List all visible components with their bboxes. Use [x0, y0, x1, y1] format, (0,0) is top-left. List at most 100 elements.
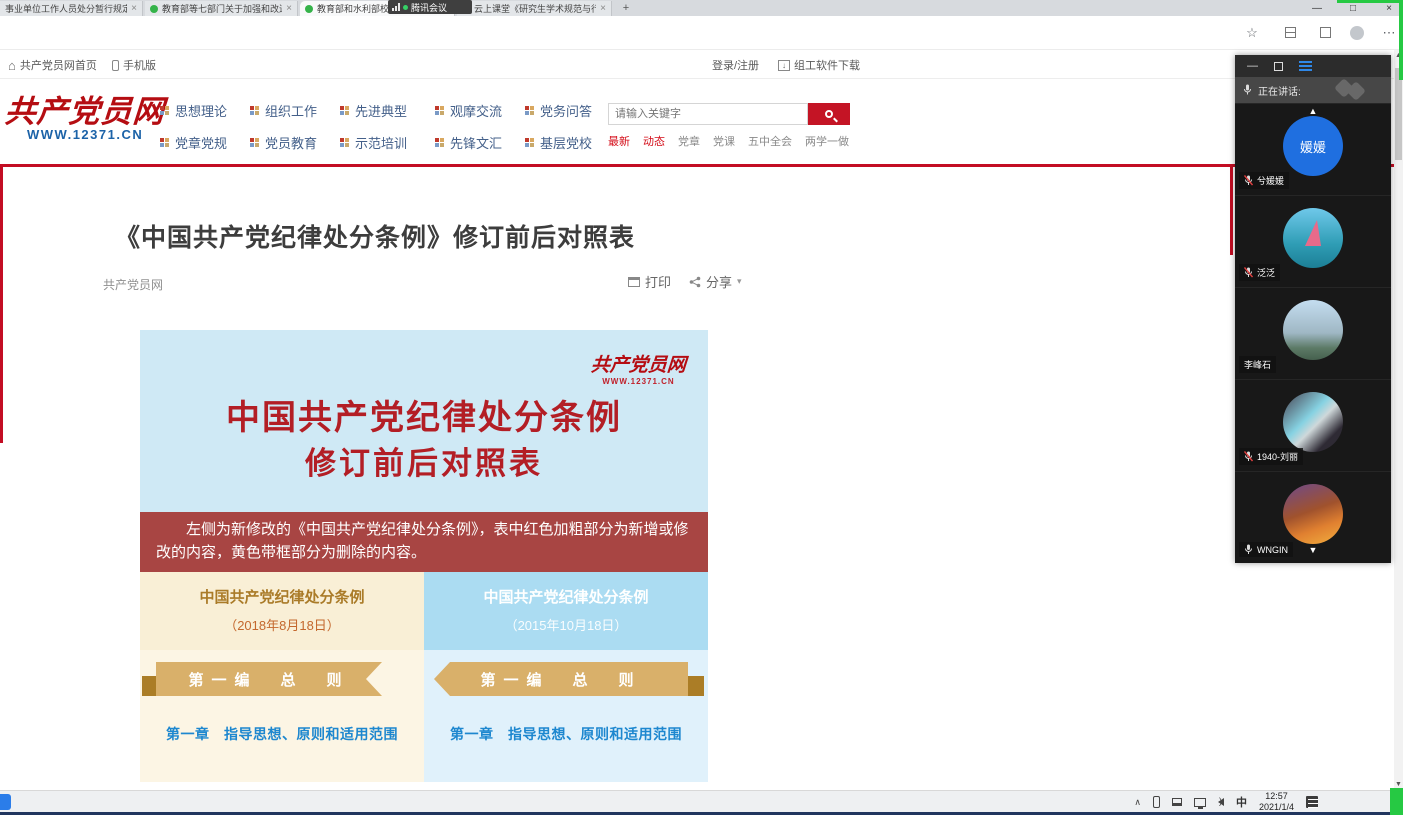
site-logo[interactable]: 共产党员网	[3, 86, 166, 131]
search-button[interactable]	[808, 103, 850, 125]
ime-indicator[interactable]: 中	[1236, 794, 1247, 810]
profile-avatar[interactable]	[1350, 26, 1364, 40]
print-button[interactable]: 打印	[628, 272, 671, 291]
nav-item[interactable]: 党章党规	[160, 133, 227, 152]
nav-item[interactable]: 基层党校	[525, 133, 592, 152]
browser-tab-1[interactable]: 事业单位工作人员处分暂行规定 ×	[0, 1, 143, 16]
scrollbar-thumb[interactable]	[1395, 68, 1402, 160]
login-link[interactable]: 登录/注册	[712, 57, 759, 73]
nav-grid-icon	[160, 138, 164, 142]
participant-name-tag: 泛泛	[1239, 264, 1280, 281]
home-icon: ⌂	[8, 60, 16, 71]
restore-button[interactable]: □	[1347, 3, 1359, 14]
share-button[interactable]: 分享 ▾	[689, 272, 742, 291]
chevron-down-icon: ▾	[737, 276, 742, 287]
page-scrollbar[interactable]: ▲ ▼	[1394, 50, 1403, 790]
browser-menu-icon[interactable]: ⋯	[1380, 24, 1398, 42]
participant-list: ▲ 媛媛 兮媛媛	[1235, 103, 1391, 563]
browser-toolbar: ☆ ⋯	[0, 16, 1403, 50]
nav-item[interactable]: 先进典型	[340, 101, 407, 120]
nav-item[interactable]: 思想理论	[160, 101, 227, 120]
mic-icon	[1243, 84, 1252, 96]
search-input[interactable]	[608, 103, 808, 125]
nav-grid-icon	[250, 138, 254, 142]
clock-date: 2021/1/4	[1259, 802, 1294, 812]
toast-label: 腾讯会议	[411, 1, 447, 14]
favorite-star-icon[interactable]: ☆	[1243, 24, 1261, 42]
nav-grid-icon	[340, 138, 344, 142]
phone-tray-icon[interactable]	[1153, 796, 1160, 808]
tab-close-icon[interactable]: ×	[286, 3, 292, 14]
workspaces-icon[interactable]	[1320, 27, 1331, 38]
nav-label: 党员教育	[265, 133, 317, 152]
scroll-down-icon[interactable]: ▼	[1235, 545, 1391, 555]
participant-name: 泛泛	[1257, 266, 1275, 279]
nav-item[interactable]: 组织工作	[250, 101, 317, 120]
tab-close-icon[interactable]: ×	[600, 3, 606, 14]
nav-grid-icon	[250, 106, 254, 110]
nav-item[interactable]: 观摩交流	[435, 101, 502, 120]
meeting-restore-icon[interactable]	[1274, 62, 1283, 71]
speaking-indicator: 正在讲话:	[1235, 77, 1391, 103]
action-center-icon[interactable]	[1306, 796, 1318, 808]
taskbar-app-icon[interactable]	[0, 794, 11, 810]
share-border-top	[1337, 0, 1403, 3]
download-link[interactable]: ↓ 组工软件下载	[778, 57, 860, 73]
meeting-minimize-icon[interactable]: —	[1247, 60, 1258, 72]
hot-keyword[interactable]: 党课	[713, 133, 735, 149]
left-column-title: 中国共产党纪律处分条例	[140, 586, 424, 607]
share-label: 分享	[706, 272, 732, 291]
meeting-watermark-icon	[1337, 81, 1377, 99]
participant-tile[interactable]: 泛泛	[1235, 195, 1391, 287]
scroll-up-icon[interactable]: ▲	[1235, 106, 1391, 116]
hot-keyword[interactable]: 动态	[643, 133, 665, 149]
nav-item[interactable]: 示范培训	[340, 133, 407, 152]
site-utility-bar: ⌂ 共产党员网首页 手机版 登录/注册 ↓ 组工软件下载	[0, 50, 1403, 79]
new-tab-button[interactable]: +	[618, 1, 634, 15]
participant-tile[interactable]: 李峰石	[1235, 287, 1391, 379]
ribbon-fold	[142, 676, 158, 696]
red-edge-left	[0, 167, 3, 443]
participant-tile[interactable]: WNGIN ▼	[1235, 471, 1391, 563]
tab-close-icon[interactable]: ×	[131, 3, 137, 14]
browser-tab-2[interactable]: 教育部等七部门关于加强和改进… ×	[145, 1, 298, 16]
minimize-button[interactable]: —	[1311, 3, 1323, 14]
nav-item[interactable]: 党务问答	[525, 101, 592, 120]
nav-label: 观摩交流	[450, 101, 502, 120]
meeting-menu-icon[interactable]	[1299, 61, 1312, 71]
nav-label: 思想理论	[175, 101, 227, 120]
nav-item[interactable]: 先锋文汇	[435, 133, 502, 152]
article-source: 共产党员网	[103, 276, 163, 293]
usb-tray-icon[interactable]	[1172, 798, 1182, 806]
mobile-link[interactable]: 手机版	[112, 57, 156, 73]
nav-grid-icon	[525, 106, 529, 110]
home-link[interactable]: ⌂ 共产党员网首页	[8, 57, 97, 73]
collections-icon[interactable]	[1285, 27, 1296, 38]
screen: 事业单位工作人员处分暂行规定 × 教育部等七部门关于加强和改进… × 教育部和水…	[0, 0, 1403, 815]
nav-grid-icon	[160, 106, 164, 110]
close-button[interactable]: ×	[1383, 3, 1395, 14]
hot-keyword[interactable]: 党章	[678, 133, 700, 149]
share-icon	[689, 276, 701, 288]
hot-keyword[interactable]: 两学一做	[805, 133, 849, 149]
participant-name: 1940-刘丽	[1257, 450, 1298, 463]
nav-label: 先锋文汇	[450, 133, 502, 152]
tab-favicon	[305, 5, 313, 13]
share-border-bottom-right	[1390, 788, 1403, 815]
share-border-right	[1399, 0, 1403, 80]
signal-bars-icon	[392, 3, 400, 11]
volume-tray-icon[interactable]	[1218, 798, 1224, 806]
hot-keyword[interactable]: 五中全会	[748, 133, 792, 149]
display-tray-icon[interactable]	[1194, 798, 1206, 807]
taskbar-clock[interactable]: 12:57 2021/1/4	[1259, 791, 1294, 813]
scrollbar-down-icon[interactable]: ▼	[1394, 781, 1403, 788]
hidden-icons-chevron[interactable]: ∧	[1134, 797, 1141, 808]
nav-grid-icon	[525, 138, 529, 142]
participant-tile[interactable]: ▲ 媛媛 兮媛媛	[1235, 103, 1391, 195]
browser-tab-4[interactable]: 云上课堂《研究生学术规范与行为… ×	[457, 1, 612, 16]
nav-item[interactable]: 党员教育	[250, 133, 317, 152]
article-toolbar: 打印 分享 ▾	[628, 272, 742, 291]
participant-tile[interactable]: 1940-刘丽	[1235, 379, 1391, 471]
red-edge-right	[1230, 167, 1233, 255]
hot-keyword[interactable]: 最新	[608, 133, 630, 149]
